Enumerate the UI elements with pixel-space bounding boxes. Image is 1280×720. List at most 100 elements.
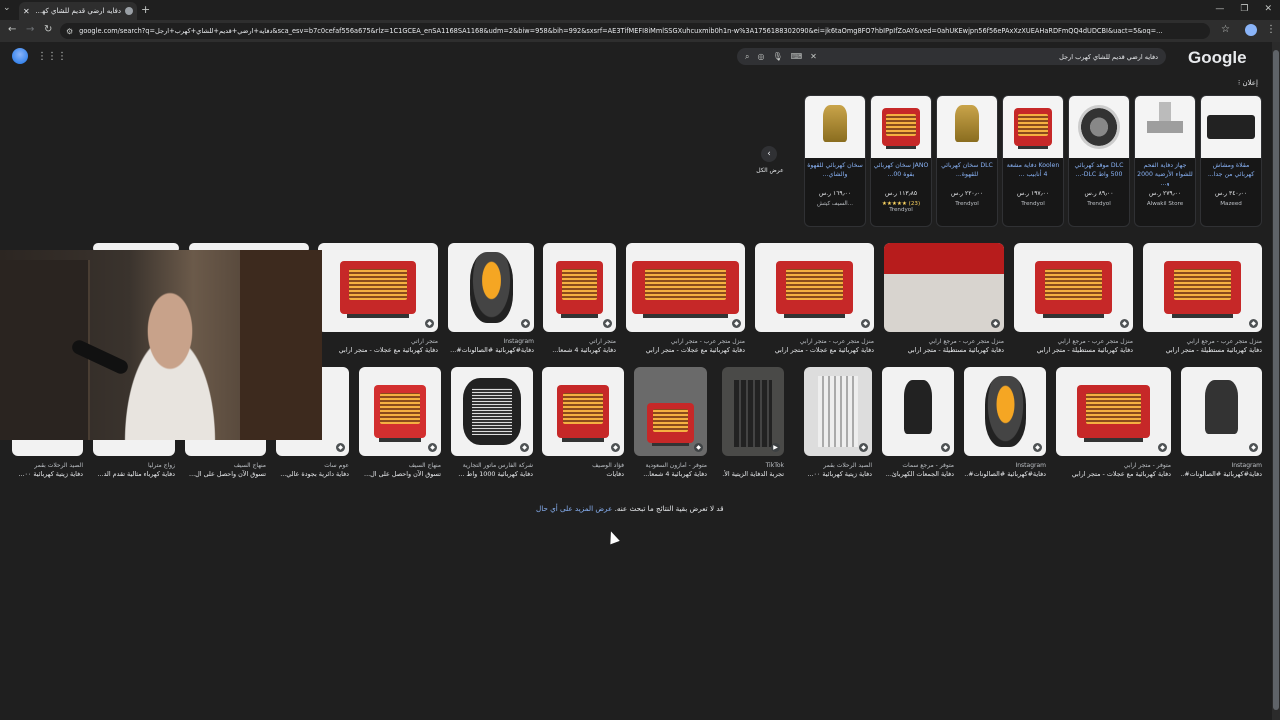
browser-tab[interactable]: دفايه ارضي قديم للشاي كهرب ارجل ✕ [19, 2, 137, 20]
image-title[interactable]: دفاية#كهربائية #الصالونات#... [964, 470, 1046, 478]
image-title[interactable]: تجربة الدفاية الزيتية الأ... [722, 470, 784, 478]
address-bar[interactable]: ⚙ google.com/search?q=دفايه+ارضي+قديم+لل… [60, 23, 1210, 39]
back-icon[interactable]: ← [8, 24, 16, 35]
image-source[interactable]: منزل متجر عرب - مرجع ارابي [1014, 338, 1133, 345]
maximize-icon[interactable]: ❐ [1240, 4, 1248, 14]
search-icon[interactable]: ⌕ [745, 52, 749, 62]
image-source[interactable]: زواج مترليا [93, 462, 175, 469]
image-title[interactable]: دفاية كهربائية 4 شمعا... [543, 346, 616, 354]
image-title[interactable]: دفاية الجمعات الكهربائ... [882, 470, 954, 478]
image-source[interactable]: الصيد الرحلات بقمر [12, 462, 83, 469]
image-source[interactable]: متوفر - مرجع سمات [882, 462, 954, 469]
keyboard-icon[interactable]: ⌨ [791, 52, 803, 61]
tab-search-icon[interactable]: ⌄ [3, 3, 11, 13]
search-box[interactable]: دفايه ارضي قديم للشاي كهرب ارجل ✕ ⌨ 🎙 ◎ … [737, 48, 1166, 65]
product-title[interactable]: DLC موقد كهربائي 500 واط DLC-... [1069, 158, 1129, 186]
site-info-icon[interactable]: ⚙ [66, 27, 73, 36]
product-title[interactable]: جهاز دفاية الفحم للشواء الأرضية 2000 و..… [1135, 158, 1195, 186]
image-result[interactable]: ◆ [318, 243, 438, 332]
minimize-icon[interactable]: — [1215, 4, 1224, 14]
new-tab-button[interactable]: + [141, 3, 150, 16]
image-source[interactable]: Instagram [964, 462, 1046, 469]
browser-menu-icon[interactable]: ⋮ [1266, 24, 1276, 35]
url-text[interactable]: google.com/search?q=دفايه+ارضي+قديم+للشا… [79, 27, 1204, 35]
image-source[interactable]: منزل متجر عرب - مرجع ارابي [1143, 338, 1262, 345]
image-title[interactable]: دفاية كهربائية مع عجلات - متجر ارابي [318, 346, 438, 354]
image-source[interactable]: Instagram [1181, 462, 1262, 469]
carousel-prev-button[interactable]: ‹ [761, 146, 777, 162]
google-logo[interactable]: Google [1188, 48, 1247, 68]
see-all-link[interactable]: عرض الكل [750, 167, 790, 174]
image-source[interactable]: منزل متجر عرب - متجر ارابي [626, 338, 745, 345]
image-source[interactable]: متجر اراتي [318, 338, 438, 345]
image-source[interactable]: Instagram [448, 338, 534, 345]
image-title[interactable]: دفاية كهربائية مع عجلات - متجر ارابي [755, 346, 874, 354]
image-title[interactable]: دفاية كهربائية مستطيلة - متجر ارابي [1143, 346, 1262, 354]
image-result[interactable]: ◆ [804, 367, 872, 456]
product-title[interactable]: JANO سخان كهربائي بقوة 00... [871, 158, 931, 186]
mic-icon[interactable]: 🎙 [772, 52, 782, 61]
image-source[interactable]: منهاج السيف [359, 462, 441, 469]
lens-icon[interactable]: ◎ [757, 52, 764, 61]
bookmark-star-icon[interactable]: ☆ [1221, 24, 1230, 35]
image-title[interactable]: دفاية دائرية بجودة عالي... [276, 470, 349, 478]
image-result[interactable]: ◆ [755, 243, 874, 332]
product-card[interactable]: جهاز دفاية الفحم للشواء الأرضية 2000 و..… [1134, 95, 1196, 227]
account-avatar[interactable] [12, 48, 28, 64]
image-title[interactable]: دفاية كهربائية مع عجلات - متجر ارابي [1056, 470, 1171, 478]
image-result[interactable]: ◆ [626, 243, 745, 332]
image-result[interactable]: ◆ [451, 367, 533, 456]
image-title[interactable]: تسوق الآن واحصل على ال... [185, 470, 266, 478]
image-result[interactable]: ▶ [722, 367, 784, 456]
image-result[interactable]: ◆ [1181, 367, 1262, 456]
image-title[interactable]: دفاية زيتية كهربائية ٠٠... [804, 470, 872, 478]
image-result[interactable]: ◆ [543, 243, 616, 332]
image-title[interactable]: دفايات [542, 470, 624, 478]
image-source[interactable]: منزل متجر عرب - متجر ارابي [755, 338, 874, 345]
product-title[interactable]: سخان كهربائي للقهوة والشاي... [805, 158, 865, 186]
image-title[interactable]: تسوق الآن واحصل على ال... [359, 470, 441, 478]
image-title[interactable]: دفاية كهربائية 4 شمعا... [634, 470, 707, 478]
image-source[interactable]: متجر اراتي [543, 338, 616, 345]
image-result[interactable]: ◆ [1056, 367, 1171, 456]
apps-grid-icon[interactable]: ⋮⋮⋮ [37, 51, 67, 62]
image-title[interactable]: دفاية كهربائية مع عجلات - متجر ارابي [626, 346, 745, 354]
image-title[interactable]: دفاية#كهربائية #الصالونات#... [448, 346, 534, 354]
image-title[interactable]: دفاية كهربائية مستطيلة - متجر ارابي [884, 346, 1004, 354]
product-title[interactable]: DLC سخان كهربائي للقهوة... [937, 158, 997, 186]
image-source[interactable]: متوفر - أمازون السعودية [634, 462, 708, 469]
product-card[interactable]: مقلاة ومشاش كهربائي من جدا... ٣٤٠٫٠٠ ر.س… [1200, 95, 1262, 227]
image-title[interactable]: دفاية#كهربائية #الصالونات#... [1181, 470, 1262, 478]
profile-avatar[interactable] [1245, 24, 1257, 36]
image-result[interactable]: ◆ [359, 367, 441, 456]
image-source[interactable]: الصيد الرحلات بقمر [804, 462, 872, 469]
image-source[interactable]: منهاج السيف [185, 462, 266, 469]
image-title[interactable]: دفاية زيتية كهربائية ٠٠... [12, 470, 83, 478]
product-card[interactable]: DLC موقد كهربائي 500 واط DLC-... ٨٩٫٠٠ ر… [1068, 95, 1130, 227]
image-result[interactable]: ◆ [964, 367, 1046, 456]
image-result[interactable]: ◆ [542, 367, 624, 456]
product-title[interactable]: مقلاة ومشاش كهربائي من جدا... [1201, 158, 1261, 186]
image-result[interactable]: ◆ [448, 243, 534, 332]
reload-icon[interactable]: ↻ [44, 24, 52, 35]
image-source[interactable]: فؤاد الوصيف [542, 462, 624, 469]
image-source[interactable]: منزل متجر عرب - مرجع ارابي [884, 338, 1004, 345]
scrollbar-thumb[interactable] [1273, 50, 1279, 710]
image-result[interactable]: ◆ [1014, 243, 1133, 332]
tab-close-icon[interactable]: ✕ [23, 7, 30, 16]
image-source[interactable]: TikTok [722, 462, 784, 469]
product-title[interactable]: Koolen دفاية مشعة 4 أنابيب ... [1003, 158, 1063, 186]
image-title[interactable]: دفاية كهرباء مثالية تقدم الد... [93, 470, 175, 478]
show-more-link[interactable]: عرض المزيد على أي حال [536, 504, 612, 513]
close-window-icon[interactable]: ✕ [1264, 4, 1272, 14]
product-card[interactable]: Koolen دفاية مشعة 4 أنابيب ... ١٩٧٫٠٠ ر.… [1002, 95, 1064, 227]
image-title[interactable]: دفاية كهربائية مستطيلة - متجر ارابي [1014, 346, 1133, 354]
forward-icon[interactable]: → [26, 24, 34, 35]
image-source[interactable]: عوم سات [276, 462, 349, 469]
image-result[interactable]: ◆ [1143, 243, 1262, 332]
image-title[interactable]: دفاية كهربائية 1000 واط ... [451, 470, 533, 478]
product-card[interactable]: JANO سخان كهربائي بقوة 00... ١١٣٫٨٥ ر.س … [870, 95, 932, 227]
image-result[interactable]: ◆ [634, 367, 707, 456]
image-source[interactable]: متوفر - متجر ارابي [1056, 462, 1171, 469]
image-source[interactable]: شركة الفارس ماتور التجارية [451, 462, 533, 469]
